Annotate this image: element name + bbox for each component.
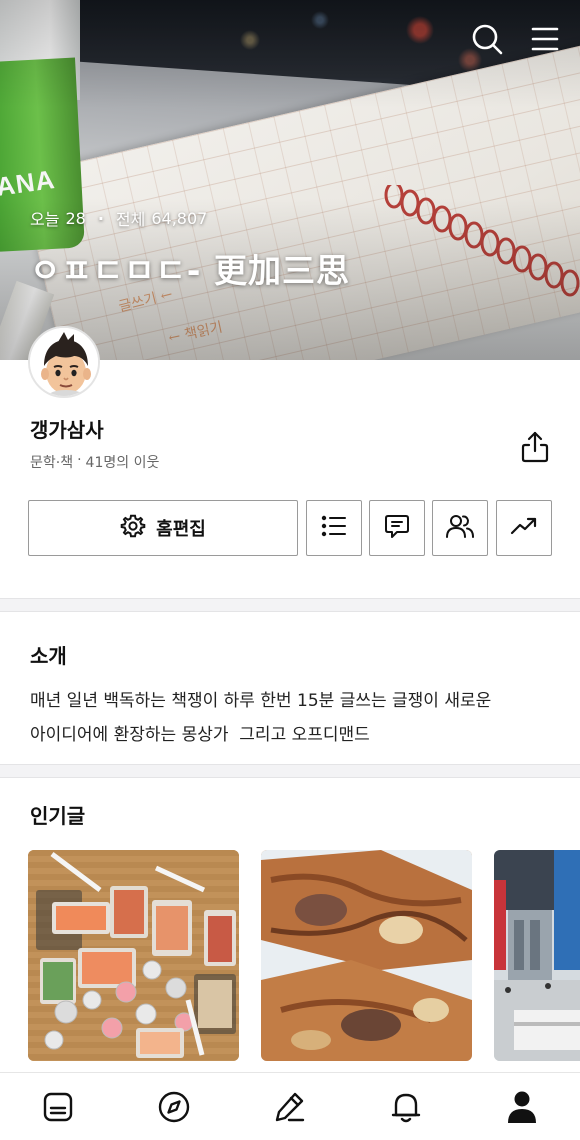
meta-separator: · xyxy=(77,452,82,468)
popular-post-thumbnail[interactable] xyxy=(28,850,239,1061)
popular-post-thumbnail[interactable] xyxy=(494,850,580,1061)
neighbors-button[interactable] xyxy=(432,500,488,556)
blog-category: 문학·책 xyxy=(30,455,74,471)
popular-post-thumbnail[interactable] xyxy=(261,850,472,1061)
total-label: 전체 xyxy=(115,210,146,229)
nickname: 갱가삼사 xyxy=(30,418,104,442)
blog-home-page: ANA 글쓰기 ← ← 책읽기 오늘 28 · 전체 64,807 ㅇㅍㄷㅁㄷ-… xyxy=(0,0,580,1140)
total-count: 64,807 xyxy=(151,208,208,228)
feed-icon[interactable] xyxy=(40,1089,76,1125)
visitor-stats: 오늘 28 · 전체 64,807 xyxy=(30,206,207,230)
list-icon xyxy=(321,515,347,541)
comment-icon xyxy=(384,513,410,543)
action-buttons: 홈편집 xyxy=(28,500,552,556)
today-count: 28 xyxy=(65,208,86,228)
neighbor-count[interactable]: 41명의 이웃 xyxy=(86,452,160,472)
search-icon[interactable] xyxy=(470,22,504,56)
neighbors-icon xyxy=(446,513,474,543)
section-divider xyxy=(0,598,580,612)
sushi-platter-photo xyxy=(28,850,239,1061)
warehouse-store-photo xyxy=(494,850,580,1061)
edit-home-label: 홈편집 xyxy=(156,519,206,540)
bread-photo xyxy=(261,850,472,1061)
bell-icon[interactable] xyxy=(388,1089,424,1125)
profile-icon[interactable] xyxy=(504,1089,540,1125)
share-icon[interactable] xyxy=(516,428,554,466)
comment-button[interactable] xyxy=(369,500,425,556)
profile-meta: 문학·책 · 41명의 이웃 xyxy=(30,452,159,472)
blog-title: ㅇㅍㄷㅁㄷ- 更加三思 xyxy=(30,251,350,290)
bottom-navigation xyxy=(0,1072,580,1140)
compass-icon[interactable] xyxy=(156,1089,192,1125)
write-icon[interactable] xyxy=(272,1089,308,1125)
gear-icon xyxy=(120,513,146,543)
intro-title: 소개 xyxy=(30,644,67,668)
stats-trend-icon xyxy=(510,516,538,540)
section-divider xyxy=(0,764,580,778)
today-label: 오늘 xyxy=(30,210,60,229)
edit-home-button[interactable]: 홈편집 xyxy=(28,500,298,556)
intro-text: 매년 일년 백독하는 책쟁이 하루 한번 15분 글쓰는 글쟁이 새로운 아이디… xyxy=(30,691,492,745)
stats-button[interactable] xyxy=(496,500,552,556)
post-list-button[interactable] xyxy=(306,500,362,556)
menu-icon[interactable] xyxy=(528,22,562,56)
avatar[interactable] xyxy=(28,326,100,398)
stats-separator: · xyxy=(97,208,104,228)
popular-title: 인기글 xyxy=(30,804,86,828)
